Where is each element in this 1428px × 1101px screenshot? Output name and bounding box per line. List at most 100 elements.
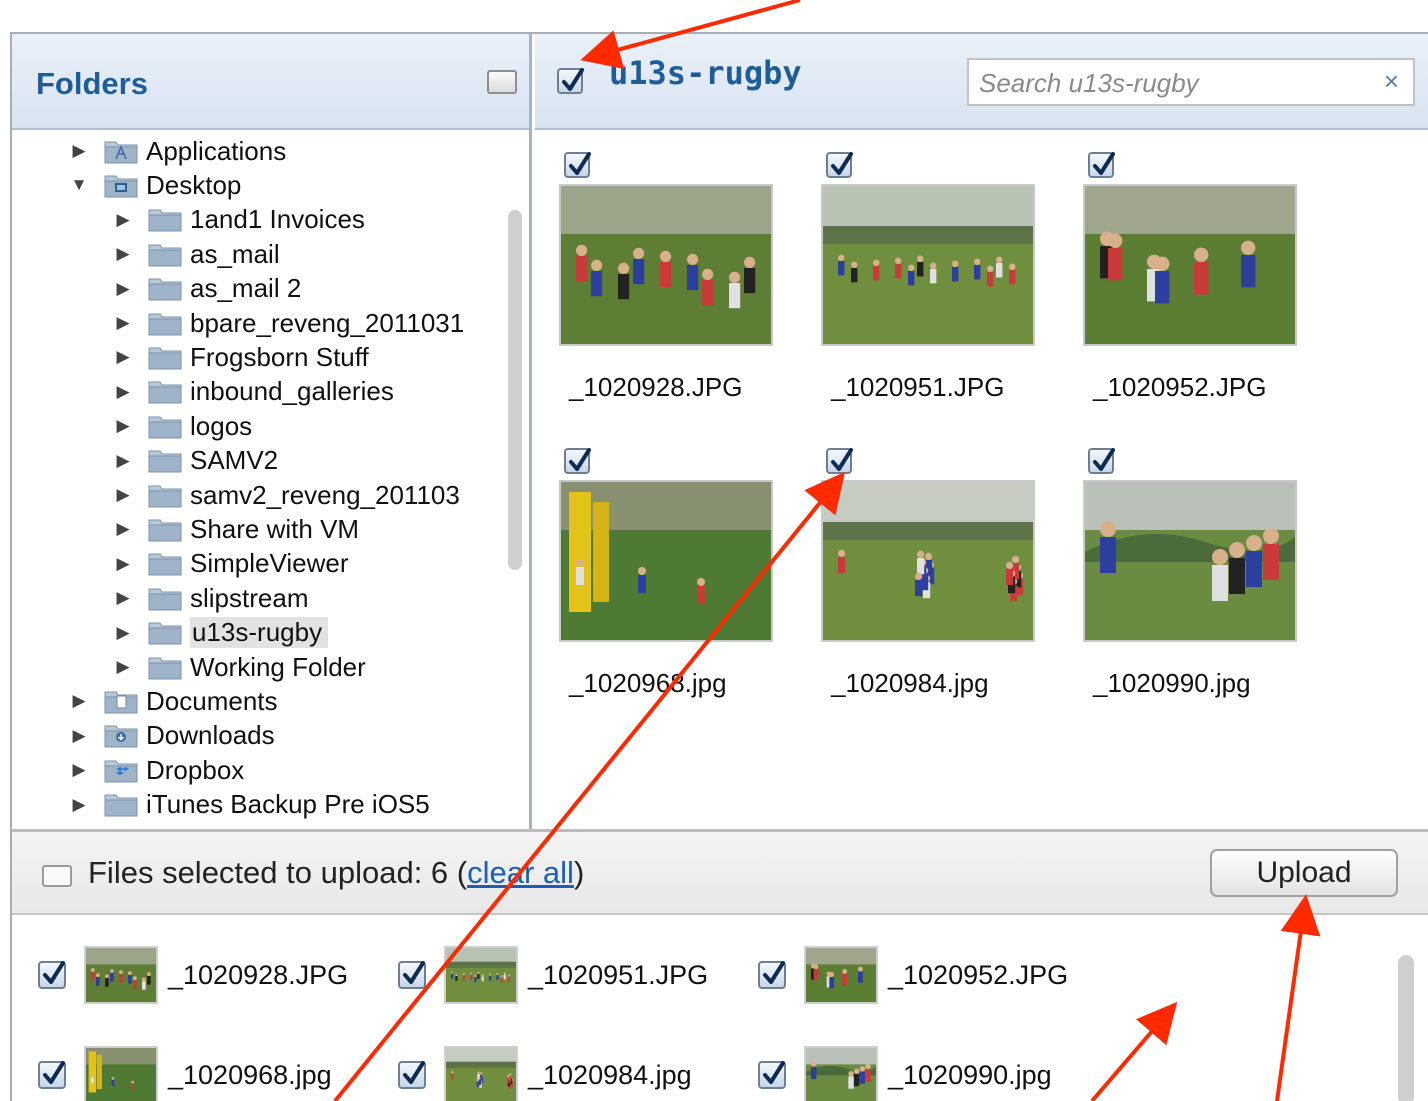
selected-file-checkbox[interactable] <box>758 961 786 989</box>
selected-file-item[interactable]: _1020952.JPG <box>758 945 1068 1005</box>
folder-tree-item[interactable]: ▶ Dropbox <box>68 753 244 787</box>
folder-tree-label: Downloads <box>146 720 275 751</box>
photo-thumbnail-image <box>86 1048 156 1101</box>
folder-tree-label: Documents <box>146 685 278 716</box>
disclosure-collapsed-icon[interactable]: ▶ <box>112 382 134 402</box>
selected-file-checkbox[interactable] <box>758 1061 786 1089</box>
folder-tree-item[interactable]: ▶ as_mail 2 <box>112 272 301 306</box>
selected-list-scrollbar[interactable] <box>1398 955 1414 1101</box>
folder-tree-item[interactable]: ▶ Downloads <box>68 719 275 753</box>
upload-summary: Files selected to upload: 6 (clear all) <box>88 855 584 891</box>
disclosure-collapsed-icon[interactable]: ▶ <box>112 416 134 436</box>
folder-tree-item[interactable]: ▶ Documents <box>68 684 278 718</box>
photo-filename: _1020951.JPG <box>831 372 1005 402</box>
photo-select-checkbox[interactable] <box>1088 448 1115 474</box>
clear-search-icon[interactable]: × <box>1384 66 1399 97</box>
disclosure-collapsed-icon[interactable]: ▶ <box>112 623 134 643</box>
folder-tree-item[interactable]: ▶ Applications <box>68 134 286 168</box>
disclosure-collapsed-icon[interactable]: ▶ <box>112 451 134 471</box>
collapse-toggle-button[interactable] <box>42 865 72 887</box>
selected-file-checkbox[interactable] <box>38 961 66 989</box>
selected-file-item[interactable]: _1020951.JPG <box>398 945 708 1005</box>
selected-file-checkbox[interactable] <box>398 1061 426 1089</box>
folder-tree-item[interactable]: ▶ slipstream <box>112 581 308 615</box>
clear-all-link[interactable]: clear all <box>467 855 574 890</box>
panel-toggle-button[interactable] <box>487 70 517 94</box>
current-folder-title: u13s-rugby <box>609 54 802 92</box>
selected-file-name: _1020968.jpg <box>168 1059 332 1090</box>
disclosure-collapsed-icon[interactable]: ▶ <box>112 279 134 299</box>
disclosure-collapsed-icon[interactable]: ▶ <box>68 760 90 780</box>
folder-tree-item[interactable]: ▶ SimpleViewer <box>112 547 348 581</box>
checkmark-icon <box>569 152 591 175</box>
photo-frame[interactable] <box>1083 184 1297 346</box>
photo-select-checkbox[interactable] <box>1088 152 1115 178</box>
photo-frame[interactable] <box>821 480 1035 642</box>
photo-select-checkbox[interactable] <box>826 448 853 474</box>
folder-tree-item[interactable]: ▶ inbound_galleries <box>112 375 393 409</box>
photo-filename: _1020990.jpg <box>1093 668 1251 698</box>
photo-thumbnail[interactable]: _1020951.JPG <box>821 152 1061 432</box>
upload-button[interactable]: Upload <box>1210 849 1398 897</box>
folder-icon <box>148 209 182 232</box>
selected-file-checkbox[interactable] <box>398 961 426 989</box>
disclosure-expanded-icon[interactable]: ▼ <box>68 175 90 195</box>
photo-filename: _1020952.JPG <box>1093 372 1267 402</box>
select-folder-checkbox[interactable] <box>557 68 584 94</box>
folder-tree-item[interactable]: ▶ bpare_reveng_2011031 <box>112 306 464 340</box>
folder-tree-item[interactable]: ▶ Share with VM <box>112 512 359 546</box>
photo-frame[interactable] <box>559 184 773 346</box>
tree-scrollbar[interactable] <box>508 210 522 570</box>
checkmark-icon <box>403 1061 425 1084</box>
disclosure-collapsed-icon[interactable]: ▶ <box>68 726 90 746</box>
photo-thumbnail[interactable]: _1020928.JPG <box>559 152 799 432</box>
selected-file-item[interactable]: _1020990.jpg <box>758 1045 1052 1101</box>
photo-thumbnail[interactable]: _1020952.JPG <box>1083 152 1323 432</box>
folder-tree-item[interactable]: ▶ iTunes Backup Pre iOS5 <box>68 788 429 822</box>
photo-thumbnail[interactable]: _1020968.jpg <box>559 448 799 728</box>
disclosure-collapsed-icon[interactable]: ▶ <box>68 141 90 161</box>
disclosure-collapsed-icon[interactable]: ▶ <box>112 554 134 574</box>
disclosure-collapsed-icon[interactable]: ▶ <box>112 347 134 367</box>
folder-icon <box>148 450 182 473</box>
checkmark-icon <box>562 68 584 91</box>
folder-contents-pane: u13s-rugby × _1020928.JPG _1020951.JPG _… <box>535 34 1428 829</box>
photo-thumbnail-image <box>1085 186 1295 344</box>
photo-select-checkbox[interactable] <box>826 152 853 178</box>
photo-frame[interactable] <box>1083 480 1297 642</box>
selected-file-thumbnail <box>444 1046 518 1101</box>
folder-tree-item[interactable]: ▶ u13s-rugby <box>112 616 334 650</box>
photo-frame[interactable] <box>559 480 773 642</box>
folder-tree-item[interactable]: ▶ Working Folder <box>112 650 365 684</box>
selected-file-name: _1020990.jpg <box>888 1059 1052 1090</box>
folder-tree-item[interactable]: ▼ Desktop <box>68 168 242 202</box>
disclosure-collapsed-icon[interactable]: ▶ <box>112 588 134 608</box>
disclosure-collapsed-icon[interactable]: ▶ <box>112 313 134 333</box>
photo-select-checkbox[interactable] <box>564 152 591 178</box>
disclosure-collapsed-icon[interactable]: ▶ <box>112 210 134 230</box>
selected-file-item[interactable]: _1020968.jpg <box>38 1045 332 1101</box>
folder-tree-item[interactable]: ▶ 1and1 Invoices <box>112 203 364 237</box>
folder-tree-label: Desktop <box>146 169 242 200</box>
disclosure-collapsed-icon[interactable]: ▶ <box>112 244 134 264</box>
folder-tree-item[interactable]: ▶ samv2_reveng_201103 <box>112 478 459 512</box>
folder-tree-item[interactable]: ▶ as_mail <box>112 237 279 271</box>
photo-thumbnail[interactable]: _1020984.jpg <box>821 448 1061 728</box>
search-input[interactable] <box>979 66 1359 100</box>
disclosure-collapsed-icon[interactable]: ▶ <box>68 795 90 815</box>
selected-file-checkbox[interactable] <box>38 1061 66 1089</box>
disclosure-collapsed-icon[interactable]: ▶ <box>112 519 134 539</box>
photo-select-checkbox[interactable] <box>564 448 591 474</box>
selected-file-thumbnail <box>804 946 878 1004</box>
disclosure-collapsed-icon[interactable]: ▶ <box>112 657 134 677</box>
selected-file-item[interactable]: _1020928.JPG <box>38 945 348 1005</box>
disclosure-collapsed-icon[interactable]: ▶ <box>112 485 134 505</box>
folder-tree-item[interactable]: ▶ SAMV2 <box>112 444 278 478</box>
selected-file-item[interactable]: _1020984.jpg <box>398 1045 692 1101</box>
folder-tree-item[interactable]: ▶ Frogsborn Stuff <box>112 340 368 374</box>
photo-thumbnail[interactable]: _1020990.jpg <box>1083 448 1323 728</box>
folder-tree-item[interactable]: ▶ logos <box>112 409 252 443</box>
checkmark-icon <box>831 448 853 471</box>
photo-frame[interactable] <box>821 184 1035 346</box>
disclosure-collapsed-icon[interactable]: ▶ <box>68 691 90 711</box>
